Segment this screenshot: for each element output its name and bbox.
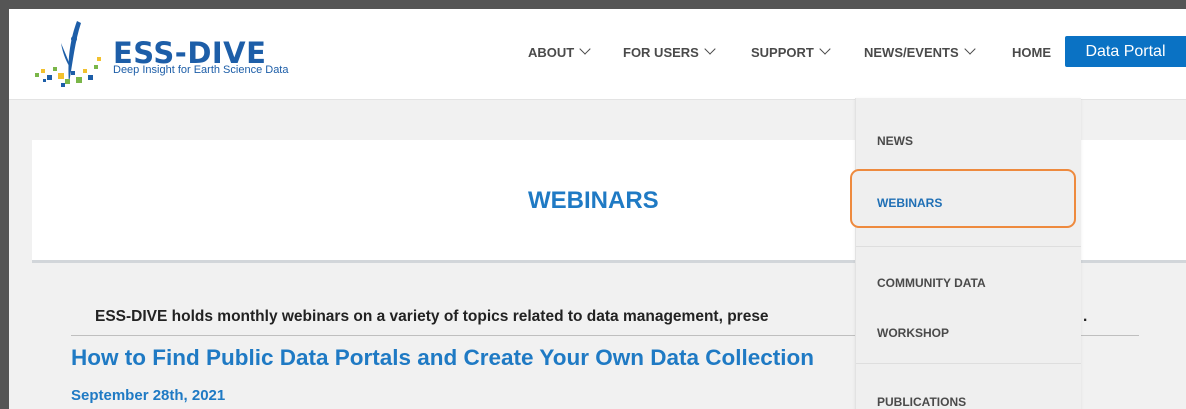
article-date: September 28th, 2021 [71, 387, 226, 404]
nav-item-news-events[interactable]: NEWS/EVENTS [864, 43, 976, 60]
dropdown-item-label: WORKSHOP [877, 326, 949, 340]
dropdown-item-label: PUBLICATIONS [877, 395, 967, 409]
nav-item-label: FOR USERS [623, 45, 699, 60]
site-header: ESS-DIVE Deep Insight for Earth Science … [9, 9, 1186, 100]
dropdown-divider [856, 246, 1081, 247]
nav-item-home[interactable]: HOME [1012, 45, 1051, 60]
news-events-dropdown-menu: NEWS WEBINARS COMMUNITY DATA WORKSHOP PU… [850, 98, 1081, 409]
nav-item-label: HOME [1012, 45, 1051, 60]
intro-text-end: . [1083, 308, 1088, 325]
chevron-down-icon [963, 43, 976, 55]
nav-item-label: NEWS/EVENTS [864, 45, 959, 60]
page-title: WEBINARS [528, 187, 659, 214]
browser-viewport: ESS-DIVE Deep Insight for Earth Science … [9, 9, 1186, 409]
chevron-down-icon [704, 43, 716, 55]
article-title-link[interactable]: How to Find Public Data Portals and Crea… [71, 345, 814, 371]
dropdown-item-news[interactable]: NEWS [856, 98, 1081, 168]
chevron-down-icon [819, 43, 831, 55]
dropdown-item-workshop[interactable]: WORKSHOP [856, 308, 1081, 348]
intro-text: ESS-DIVE holds monthly webinars on a var… [95, 308, 769, 325]
nav-item-label: SUPPORT [751, 45, 814, 60]
logo-tagline: Deep Insight for Earth Science Data [113, 64, 289, 76]
site-logo[interactable]: ESS-DIVE Deep Insight for Earth Science … [31, 17, 291, 93]
dropdown-item-label: NEWS [877, 134, 913, 148]
ess-dive-logo-icon [35, 21, 101, 87]
chevron-down-icon [579, 43, 591, 55]
nav-item-about[interactable]: ABOUT [528, 43, 591, 60]
dropdown-divider [856, 363, 1081, 364]
nav-item-label: ABOUT [528, 45, 575, 60]
nav-item-support[interactable]: SUPPORT [751, 43, 831, 60]
dropdown-item-label: WEBINARS [877, 196, 943, 210]
data-portal-button[interactable]: Data Portal [1065, 36, 1186, 67]
dropdown-item-label: COMMUNITY DATA [877, 276, 986, 290]
dropdown-item-publications[interactable]: PUBLICATIONS [856, 373, 1081, 409]
dropdown-item-webinars[interactable]: WEBINARS [850, 169, 1076, 228]
nav-item-for-users[interactable]: FOR USERS [623, 43, 716, 60]
dropdown-item-community-data[interactable]: COMMUNITY DATA [856, 258, 1081, 298]
